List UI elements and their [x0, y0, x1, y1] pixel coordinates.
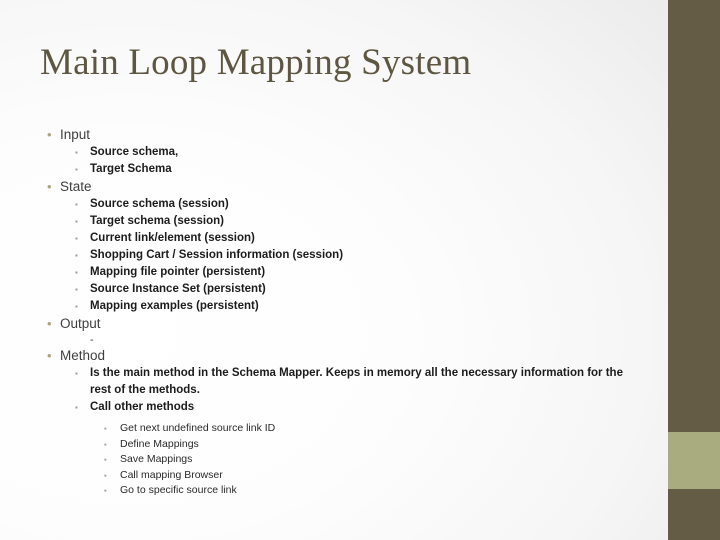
outline-item-input: • Input — [40, 126, 640, 144]
bullet-square-icon: ▪ — [104, 486, 107, 495]
outline-item-output-empty: - — [40, 333, 640, 347]
outline-item-state-shopping-cart: ▪ Shopping Cart / Session information (s… — [40, 247, 640, 264]
outline-item-state-mapping-file-pointer: ▪ Mapping file pointer (persistent) — [40, 264, 640, 281]
outline-item-target-schema: ▪ Target Schema — [40, 161, 640, 178]
outline-item-method: • Method — [40, 347, 640, 365]
bullet-square-icon: ▪ — [104, 424, 107, 433]
slide-body-outline: • Input ▪ Source schema, ▪ Target Schema… — [40, 126, 640, 499]
bullet-dot-icon: • — [47, 316, 52, 331]
outline-label: Go to specific source link — [120, 484, 237, 496]
outline-item-call-mapping-browser: ▪ Call mapping Browser — [40, 468, 640, 484]
outline-item-state: • State — [40, 178, 640, 196]
slide-title: Main Loop Mapping System — [40, 42, 472, 83]
outline-label: Get next undefined source link ID — [120, 422, 276, 434]
slide-canvas: Main Loop Mapping System • Input ▪ Sourc… — [0, 0, 720, 540]
bullet-square-icon: ▪ — [104, 455, 107, 464]
outline-label: State — [60, 179, 92, 194]
outline-label: Mapping examples (persistent) — [90, 300, 259, 312]
outline-label: Source Instance Set (persistent) — [90, 283, 266, 295]
bullet-square-icon: ▪ — [104, 470, 107, 480]
bullet-dot-icon: • — [47, 127, 52, 142]
bullet-square-icon: ▪ — [75, 200, 78, 209]
outline-item-define-mappings: ▪ Define Mappings — [40, 437, 640, 453]
outline-item-go-to-specific-source-link: ▪ Go to specific source link — [40, 483, 640, 499]
bullet-square-icon: ▪ — [75, 148, 78, 157]
bullet-square-icon: ▪ — [75, 234, 78, 243]
outline-item-method-description: ▪ Is the main method in the Schema Mappe… — [40, 365, 640, 399]
outline-label: Mapping file pointer (persistent) — [90, 266, 266, 278]
outline-item-call-other-methods: ▪ Call other methods — [40, 399, 640, 416]
outline-label: Target Schema — [90, 163, 172, 175]
bullet-square-icon: ▪ — [75, 403, 78, 412]
bullet-square-icon: ▪ — [75, 251, 78, 260]
outline-item-save-mappings: ▪ Save Mappings — [40, 452, 640, 468]
outline-label: Save Mappings — [120, 453, 193, 465]
outline-label: Method — [60, 348, 106, 363]
outline-label: Call mapping Browser — [120, 468, 223, 481]
bullet-square-icon: ▪ — [75, 268, 78, 277]
outline-label: Shopping Cart / Session information (ses… — [90, 249, 344, 261]
bullet-dot-icon: • — [47, 348, 52, 363]
outline-label: Current link/element (session) — [90, 232, 255, 244]
bullet-square-icon: ▪ — [75, 285, 78, 294]
outline-sublist-call-other-methods: ▪ Get next undefined source link ID ▪ De… — [40, 421, 640, 499]
outline-item-output: • Output — [40, 315, 640, 333]
outline-item-state-mapping-examples: ▪ Mapping examples (persistent) — [40, 298, 640, 315]
outline-item-state-target-schema-session: ▪ Target schema (session) — [40, 213, 640, 230]
outline-label: Define Mappings — [120, 437, 199, 450]
outline-label: Source schema, — [90, 146, 179, 158]
bullet-square-icon: ▪ — [75, 302, 78, 311]
outline-label: Is the main method in the Schema Mapper.… — [90, 367, 623, 396]
bullet-square-icon: ▪ — [75, 369, 78, 378]
outline-item-state-source-schema-session: ▪ Source schema (session) — [40, 196, 640, 213]
outline-label: Target schema (session) — [90, 215, 225, 227]
bullet-square-icon: ▪ — [104, 439, 107, 449]
outline-item-state-current-link-element: ▪ Current link/element (session) — [40, 230, 640, 247]
outline-label: Source schema (session) — [90, 198, 229, 210]
right-decorative-bar-accent — [668, 432, 720, 489]
outline-item-get-next-undefined-source-link-id: ▪ Get next undefined source link ID — [40, 421, 640, 437]
bullet-square-icon: ▪ — [75, 217, 78, 226]
bullet-dot-icon: • — [47, 179, 52, 194]
outline-item-source-schema: ▪ Source schema, — [40, 144, 640, 161]
outline-label: Call other methods — [90, 401, 195, 413]
bullet-square-icon: ▪ — [75, 165, 78, 174]
outline-item-state-source-instance-set: ▪ Source Instance Set (persistent) — [40, 281, 640, 298]
outline-label: Input — [60, 127, 91, 142]
outline-label: - — [90, 334, 94, 346]
outline-label: Output — [60, 316, 101, 331]
